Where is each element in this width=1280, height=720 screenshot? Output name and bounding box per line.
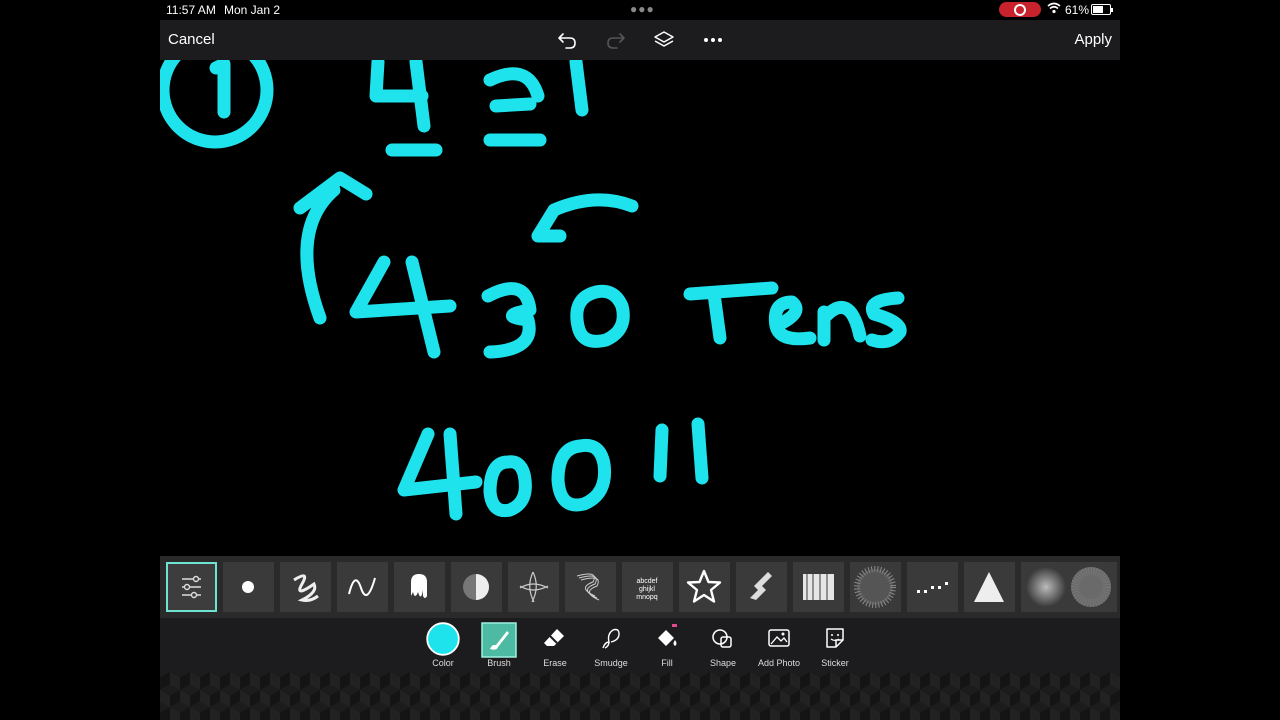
brush-half-circle[interactable] xyxy=(451,562,502,612)
brush-wave[interactable] xyxy=(337,562,388,612)
fill-bucket-icon xyxy=(658,624,677,646)
sliders-icon xyxy=(182,575,201,599)
battery-icon xyxy=(1091,4,1113,15)
brush-grain[interactable] xyxy=(1066,562,1117,612)
tool-fill[interactable]: Fill xyxy=(639,624,695,670)
tool-erase[interactable]: Erase xyxy=(527,624,583,670)
brush-swirl[interactable] xyxy=(565,562,616,612)
multitasking-dots-icon[interactable]: ●●● xyxy=(630,2,655,16)
tool-sticker[interactable]: Sticker xyxy=(807,624,863,670)
apply-button[interactable]: Apply xyxy=(1074,31,1112,48)
editor-top-bar: Cancel Apply xyxy=(160,20,1120,60)
sticker-icon xyxy=(826,628,844,648)
status-bar: 11:57 AM Mon Jan 2 ●●● 61% xyxy=(160,0,1120,20)
splatter-brush-icon xyxy=(750,572,772,600)
text-brush-line-3: mnopq xyxy=(636,594,658,601)
dotted-brush-icon xyxy=(917,582,948,593)
drip-brush-icon xyxy=(411,574,427,598)
undo-icon[interactable] xyxy=(555,28,579,52)
more-icon[interactable] xyxy=(701,28,725,52)
brush-triangle[interactable] xyxy=(964,562,1015,612)
add-photo-icon xyxy=(768,629,790,647)
cross-brush-icon xyxy=(519,571,549,603)
footer-pattern xyxy=(160,672,1120,720)
brush-noise[interactable] xyxy=(850,562,901,612)
smudge-icon xyxy=(602,628,620,649)
tool-label: Sticker xyxy=(821,658,849,668)
tool-label: Add Photo xyxy=(757,658,801,668)
noise-brush-icon xyxy=(854,566,896,608)
triangle-brush-icon xyxy=(974,572,1004,602)
brush-rough[interactable] xyxy=(793,562,844,612)
brush-dotted[interactable] xyxy=(907,562,958,612)
soft-round-brush-icon xyxy=(1026,567,1066,607)
text-brush-line-1: abcdef xyxy=(636,578,657,585)
tool-label: Fill xyxy=(661,658,673,668)
half-circle-brush-icon xyxy=(463,574,489,600)
brush-icon xyxy=(481,622,517,658)
tool-label: Color xyxy=(432,658,454,668)
status-date: Mon Jan 2 xyxy=(224,3,281,17)
brush-star[interactable] xyxy=(679,562,730,612)
layers-icon[interactable] xyxy=(652,28,676,52)
text-brush-icon: abcdef ghijkl mnopq xyxy=(636,578,658,601)
tool-shape[interactable]: Shape xyxy=(695,624,751,670)
battery-percent: 61% xyxy=(1065,3,1090,17)
tool-label: Erase xyxy=(543,658,567,668)
wave-brush-icon xyxy=(348,577,376,597)
text-brush-line-2: ghijkl xyxy=(639,586,655,593)
status-time: 11:57 AM xyxy=(166,3,216,17)
brush-splatter[interactable] xyxy=(736,562,787,612)
screen-record-icon[interactable] xyxy=(999,2,1041,17)
tool-bar: Color Brush Erase Smudge Fill Shape Add … xyxy=(160,618,1120,672)
brush-cross[interactable] xyxy=(508,562,559,612)
cancel-button[interactable]: Cancel xyxy=(168,31,215,48)
drawing-canvas[interactable] xyxy=(160,60,1120,556)
brush-scribble[interactable] xyxy=(280,562,331,612)
brush-picker: abcdef ghijkl mnopq xyxy=(160,556,1120,618)
redo-icon[interactable] xyxy=(604,28,628,52)
brush-drip[interactable] xyxy=(394,562,445,612)
tool-color[interactable]: Color xyxy=(415,622,471,670)
grain-brush-icon xyxy=(1071,567,1111,607)
tool-smudge[interactable]: Smudge xyxy=(583,624,639,670)
brush-settings-button[interactable] xyxy=(166,562,217,612)
star-brush-icon xyxy=(686,569,722,603)
photo-editor-app: 11:57 AM Mon Jan 2 ●●● 61% Cancel Apply xyxy=(160,0,1120,720)
rough-brush-icon xyxy=(803,574,834,600)
swirl-brush-icon xyxy=(576,573,600,601)
brush-soft-round[interactable] xyxy=(1021,562,1072,612)
brush-text[interactable]: abcdef ghijkl mnopq xyxy=(622,562,673,612)
brush-dot[interactable] xyxy=(223,562,274,612)
color-swatch-icon xyxy=(426,622,460,656)
shape-icon xyxy=(712,629,732,648)
tool-label: Shape xyxy=(709,658,737,668)
wifi-icon xyxy=(1047,2,1061,14)
dot-brush-icon xyxy=(242,581,254,593)
tool-add-photo[interactable]: Add Photo xyxy=(751,624,807,670)
tool-label: Brush xyxy=(487,658,511,668)
handwritten-ink xyxy=(160,60,907,521)
scribble-brush-icon xyxy=(293,574,319,602)
tool-label: Smudge xyxy=(594,658,628,668)
tool-brush[interactable]: Brush xyxy=(471,622,527,670)
eraser-icon xyxy=(544,629,564,646)
